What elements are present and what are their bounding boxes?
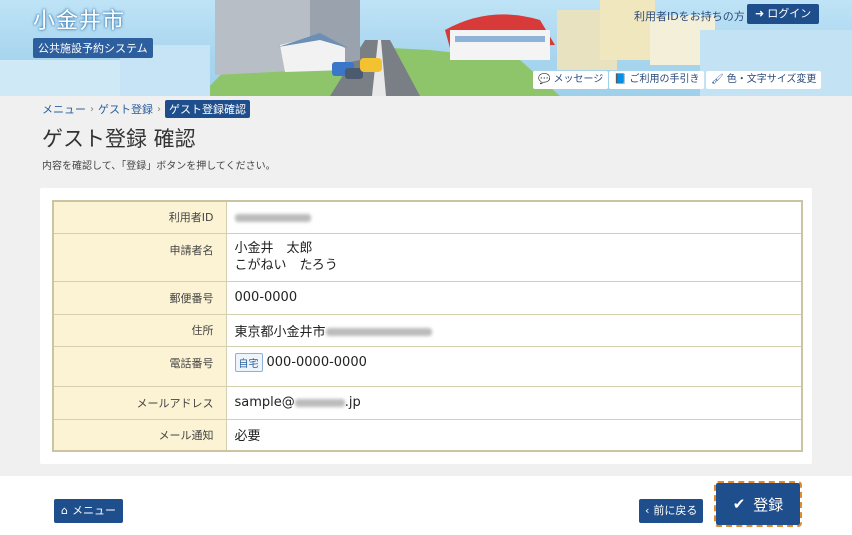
row-applicant: 申請者名 小金井 太郎 こがねい たろう	[52, 232, 803, 282]
header-banner: 小金井市 公共施設予約システム 利用者IDをお持ちの方 ➜ ログイン 💬 メッセ…	[0, 0, 852, 96]
breadcrumb: メニュー › ゲスト登録 › ゲスト登録確認	[42, 100, 250, 118]
check-icon: ✔	[732, 495, 746, 513]
row-address: 住所 東京都小金井市	[52, 313, 803, 347]
brush-icon: 🖌	[711, 74, 724, 85]
row-notify: メール通知 必要	[52, 418, 803, 452]
chevron-right-icon: ›	[157, 103, 161, 115]
page-title: ゲスト登録 確認	[42, 127, 196, 151]
row-postal: 郵便番号 000-0000	[52, 280, 803, 315]
back-button-label: 前に戻る	[653, 504, 698, 517]
redacted-text	[325, 328, 432, 336]
book-icon: 📘	[614, 74, 627, 85]
user-id-label: 利用者ID	[52, 200, 227, 234]
login-button[interactable]: ➜ ログイン	[747, 4, 820, 24]
phone-value: 自宅 000-0000-0000	[225, 345, 803, 387]
chevron-right-icon: ›	[90, 103, 94, 115]
menu-button-label: メニュー	[71, 504, 116, 517]
login-icon: ➜	[755, 7, 765, 20]
row-phone: 電話番号 自宅 000-0000-0000	[52, 345, 803, 387]
notify-value: 必要	[225, 418, 803, 452]
register-button[interactable]: ✔ 登録	[714, 481, 802, 527]
notify-label: メール通知	[52, 418, 227, 452]
email-label: メールアドレス	[52, 385, 227, 420]
breadcrumb-guest[interactable]: ゲスト登録	[98, 101, 153, 117]
email-suffix: .jp	[344, 395, 361, 410]
email-value: sample@ .jp	[225, 385, 803, 420]
email-prefix: sample@	[234, 395, 295, 410]
register-button-label: 登録	[753, 495, 784, 514]
speech-bubble-icon: 💬	[538, 74, 551, 85]
confirmation-card: 利用者ID 申請者名 小金井 太郎 こがねい たろう 郵便番号 000-0000…	[40, 188, 812, 464]
display-settings-button[interactable]: 🖌 色・文字サイズ変更	[706, 71, 822, 89]
redacted-text	[234, 213, 311, 222]
menu-button[interactable]: ⌂ メニュー	[54, 499, 123, 523]
confirmation-table: 利用者ID 申請者名 小金井 太郎 こがねい たろう 郵便番号 000-0000…	[52, 200, 803, 452]
display-settings-label: 色・文字サイズ変更	[726, 74, 817, 85]
redacted-text	[294, 398, 345, 407]
phone-type-tag: 自宅	[234, 352, 263, 372]
postal-value: 000-0000	[225, 280, 803, 315]
city-logo[interactable]: 小金井市	[33, 3, 125, 35]
login-label: ログイン	[767, 7, 812, 20]
chevron-left-icon: ‹	[645, 504, 650, 517]
back-button[interactable]: ‹ 前に戻る	[639, 499, 704, 523]
applicant-label: 申請者名	[52, 232, 227, 282]
address-value: 東京都小金井市	[225, 313, 803, 347]
message-button[interactable]: 💬 メッセージ	[533, 71, 609, 89]
home-icon: ⌂	[61, 504, 68, 517]
guide-button[interactable]: 📘 ご利用の手引き	[609, 71, 705, 89]
guide-label: ご利用の手引き	[629, 74, 700, 85]
row-user-id: 利用者ID	[52, 200, 803, 234]
breadcrumb-current: ゲスト登録確認	[165, 100, 250, 118]
page-description: 内容を確認して、「登録」ボタンを押してください。	[42, 161, 276, 172]
address-label: 住所	[52, 313, 227, 347]
system-name-badge: 公共施設予約システム	[33, 38, 153, 58]
message-label: メッセージ	[553, 74, 604, 85]
postal-label: 郵便番号	[52, 280, 227, 315]
applicant-name: 小金井 太郎	[234, 241, 313, 256]
row-email: メールアドレス sample@ .jp	[52, 385, 803, 420]
breadcrumb-menu[interactable]: メニュー	[42, 101, 86, 117]
phone-label: 電話番号	[52, 345, 227, 387]
phone-number: 000-0000-0000	[266, 354, 367, 370]
applicant-value: 小金井 太郎 こがねい たろう	[225, 232, 803, 282]
address-text: 東京都小金井市	[234, 324, 326, 340]
applicant-kana: こがねい たろう	[234, 258, 338, 273]
user-id-value	[225, 200, 803, 234]
login-hint-text: 利用者IDをお持ちの方	[634, 10, 745, 23]
